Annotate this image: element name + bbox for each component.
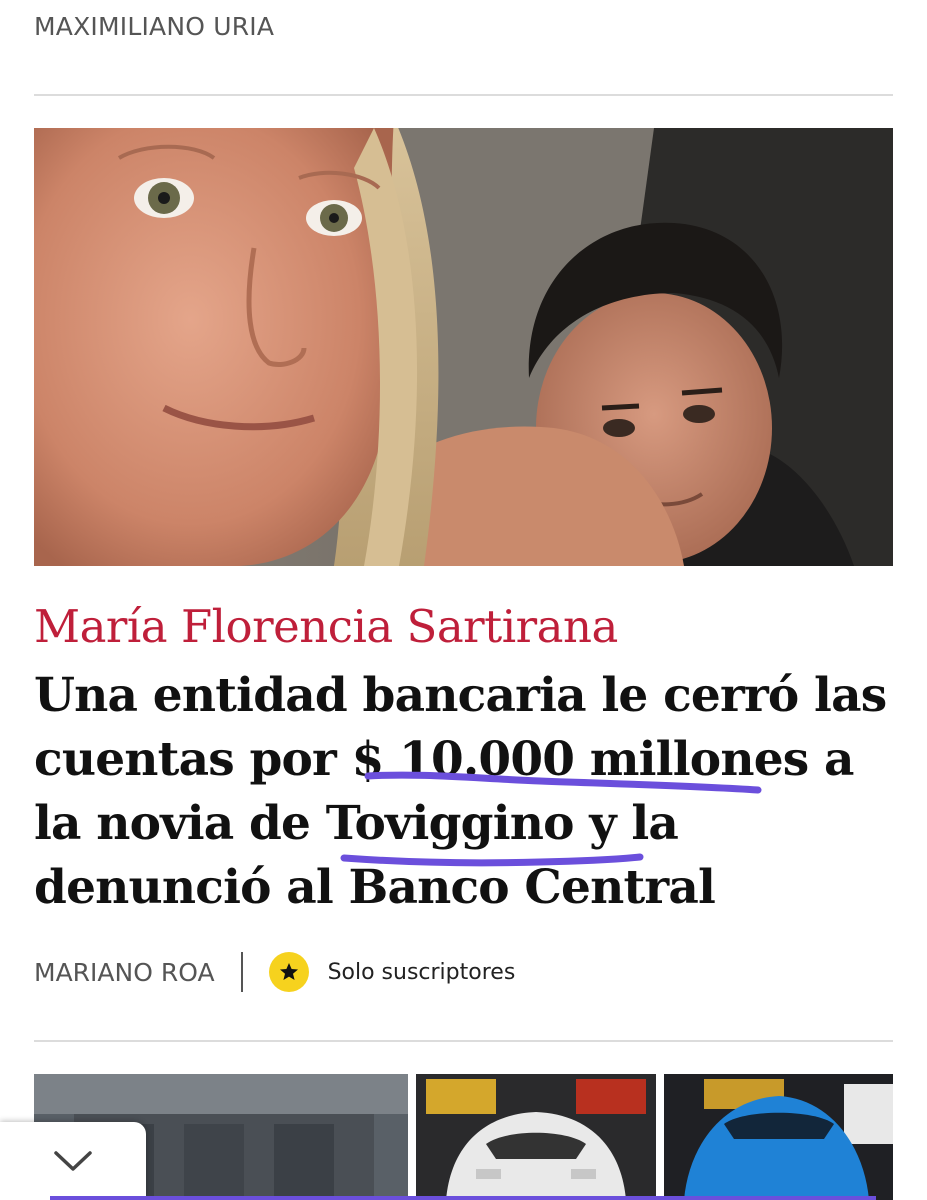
section-author[interactable]: MAXIMILIANO URIA	[34, 12, 274, 41]
thumbnail-image[interactable]	[416, 1074, 656, 1200]
bottom-accent-bar	[50, 1196, 876, 1200]
article-headline[interactable]: Una entidad bancaria le cerró las cuenta…	[34, 664, 904, 920]
headline-line: Una entidad bancaria le cerró las	[34, 668, 887, 723]
headline-line: denunció al Banco Central	[34, 860, 716, 915]
divider	[34, 94, 893, 96]
thumbnail-image[interactable]	[664, 1074, 893, 1200]
hero-image[interactable]	[34, 128, 893, 566]
byline: MARIANO ROA Solo suscriptores	[34, 952, 515, 992]
byline-author[interactable]: MARIANO ROA	[34, 958, 215, 987]
star-icon	[268, 952, 309, 992]
divider	[34, 1040, 893, 1042]
hero-photo-illustration	[34, 128, 893, 566]
chevron-down-icon	[54, 1151, 92, 1171]
article-kicker[interactable]: María Florencia Sartirana	[34, 600, 618, 653]
collapse-button[interactable]	[0, 1122, 146, 1200]
subscribers-only-label: Solo suscriptores	[327, 959, 516, 985]
headline-line: cuentas por $ 10.000 millones a	[34, 732, 854, 787]
byline-separator	[240, 952, 243, 992]
headline-line: la novia de Toviggino y la	[34, 796, 679, 851]
related-thumbnails	[34, 1074, 893, 1200]
